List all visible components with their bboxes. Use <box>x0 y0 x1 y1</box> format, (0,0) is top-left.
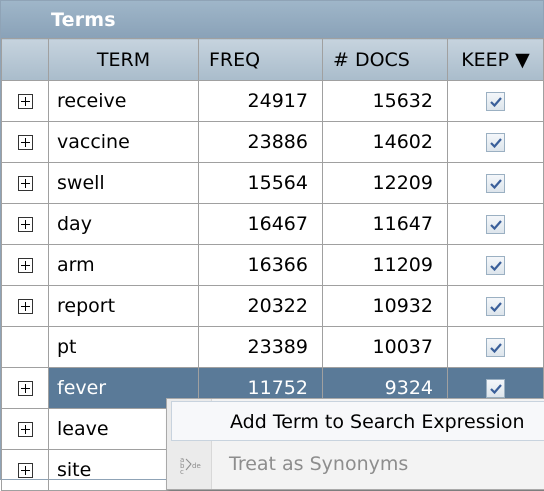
expand-plus-icon[interactable] <box>17 94 33 109</box>
table-header-row: TERM FREQ # DOCS KEEP ▼ <box>1 38 544 81</box>
expand-plus-icon[interactable] <box>17 217 33 232</box>
docs-cell: 14602 <box>322 121 448 163</box>
row-expander-cell <box>1 203 49 245</box>
docs-cell: 15632 <box>322 80 448 122</box>
expand-plus-icon[interactable] <box>17 176 33 191</box>
keep-cell <box>447 203 544 245</box>
keep-cell <box>447 80 544 122</box>
row-expander-cell <box>1 285 49 327</box>
expand-plus-icon[interactable] <box>17 258 33 273</box>
menu-item-add-term-to-search-expression[interactable]: Add Term to Search Expression <box>171 401 544 441</box>
keep-checkbox[interactable] <box>486 92 505 111</box>
column-header-docs[interactable]: # DOCS <box>322 38 448 81</box>
docs-cell: 11209 <box>322 244 448 286</box>
freq-cell: 15564 <box>198 162 323 204</box>
row-expander-cell <box>1 162 49 204</box>
term-cell: swell <box>48 162 199 204</box>
table-row[interactable]: report 20322 10932 <box>1 285 544 327</box>
row-expander-cell <box>1 80 49 122</box>
keep-cell <box>447 162 544 204</box>
term-cell: vaccine <box>48 121 199 163</box>
row-expander-cell <box>1 244 49 286</box>
docs-cell: 11647 <box>322 203 448 245</box>
panel-title: Terms <box>51 9 116 31</box>
docs-cell: 10932 <box>322 285 448 327</box>
keep-checkbox[interactable] <box>486 215 505 234</box>
row-expander-cell <box>1 121 49 163</box>
keep-checkbox[interactable] <box>486 379 505 398</box>
keep-cell <box>447 244 544 286</box>
svg-text:c: c <box>180 468 184 476</box>
expand-plus-icon[interactable] <box>17 299 33 314</box>
table-row[interactable]: swell 15564 12209 <box>1 162 544 204</box>
synonyms-icon: a b c de <box>179 454 203 480</box>
svg-text:de: de <box>192 462 201 470</box>
term-cell: report <box>48 285 199 327</box>
menu-item-treat-as-synonyms[interactable]: a b c de Treat as Synonyms <box>167 444 544 484</box>
panel-title-bar: Terms <box>1 1 543 39</box>
keep-cell <box>447 326 544 368</box>
expand-plus-icon[interactable] <box>17 135 33 150</box>
keep-checkbox[interactable] <box>486 297 505 316</box>
row-expander-cell <box>1 408 49 450</box>
freq-cell: 24917 <box>198 80 323 122</box>
header-expander-column <box>1 38 49 81</box>
freq-cell: 16467 <box>198 203 323 245</box>
context-menu: Add Term to Search Expression a b c de T… <box>166 398 544 490</box>
expand-plus-icon[interactable] <box>17 463 33 478</box>
row-expander-cell <box>1 449 49 491</box>
keep-cell <box>447 285 544 327</box>
column-header-freq[interactable]: FREQ <box>198 38 323 81</box>
term-cell: arm <box>48 244 199 286</box>
docs-cell: 10037 <box>322 326 448 368</box>
keep-cell <box>447 121 544 163</box>
freq-cell: 20322 <box>198 285 323 327</box>
table-row[interactable]: arm 16366 11209 <box>1 244 544 286</box>
menu-item-label: Add Term to Search Expression <box>230 411 525 433</box>
keep-checkbox[interactable] <box>486 174 505 193</box>
table-row[interactable]: vaccine 23886 14602 <box>1 121 544 163</box>
keep-checkbox[interactable] <box>486 338 505 357</box>
table-row[interactable]: receive 24917 15632 <box>1 80 544 122</box>
row-expander-cell <box>1 326 49 368</box>
term-cell: pt <box>48 326 199 368</box>
row-expander-cell <box>1 367 49 409</box>
menu-item-label: Treat as Synonyms <box>229 453 409 475</box>
terms-panel: Terms TERM FREQ # DOCS KEEP ▼ receive 249… <box>0 0 544 491</box>
freq-cell: 23886 <box>198 121 323 163</box>
freq-cell: 23389 <box>198 326 323 368</box>
keep-checkbox[interactable] <box>486 133 505 152</box>
table-row[interactable]: pt 23389 10037 <box>1 326 544 368</box>
term-cell: receive <box>48 80 199 122</box>
table-row[interactable]: day 16467 11647 <box>1 203 544 245</box>
column-header-keep[interactable]: KEEP ▼ <box>447 38 544 81</box>
freq-cell: 16366 <box>198 244 323 286</box>
column-header-term[interactable]: TERM <box>48 38 199 81</box>
term-cell: day <box>48 203 199 245</box>
expand-plus-icon[interactable] <box>17 422 33 437</box>
keep-checkbox[interactable] <box>486 256 505 275</box>
docs-cell: 12209 <box>322 162 448 204</box>
expand-plus-icon[interactable] <box>17 381 33 396</box>
